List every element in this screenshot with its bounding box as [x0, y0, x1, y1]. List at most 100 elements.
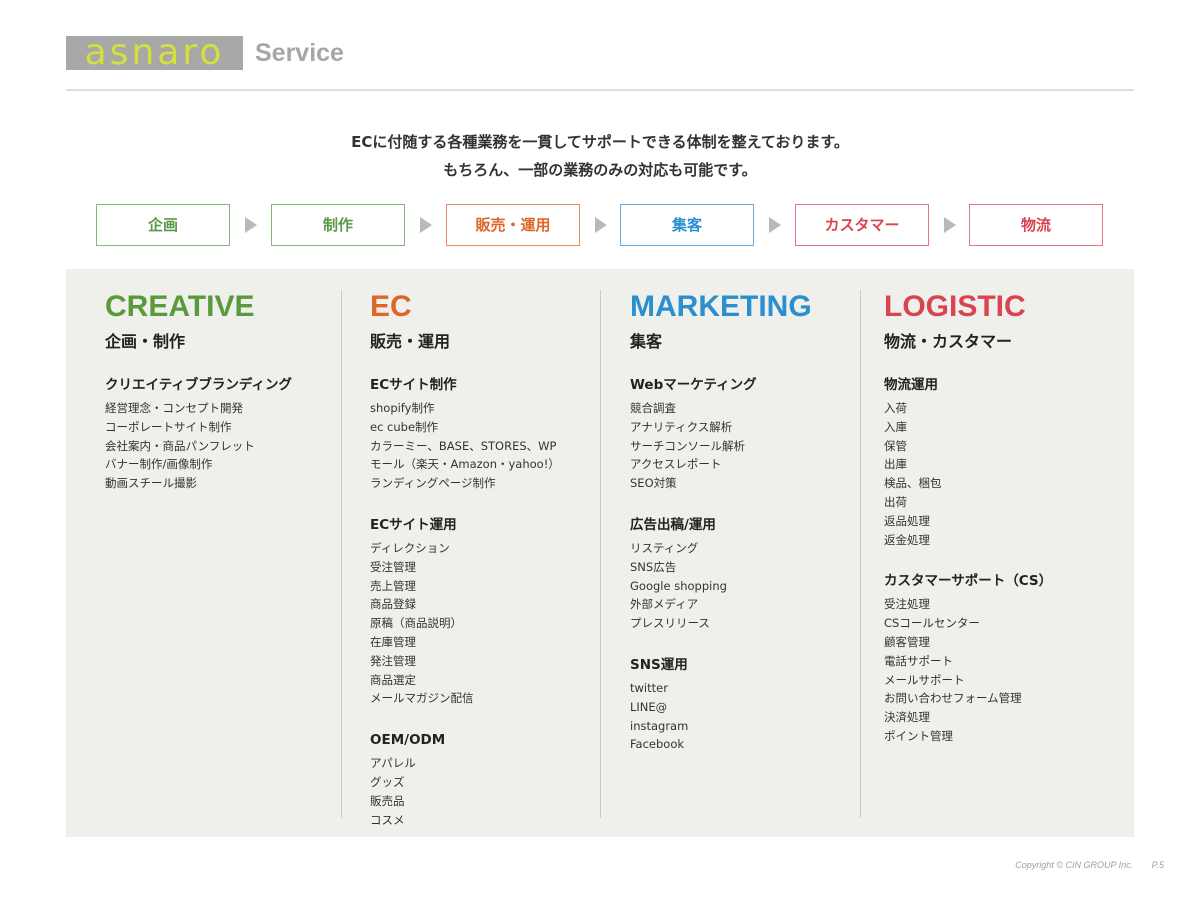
service-item: アパレル [370, 756, 416, 771]
service-item: 出庫 [884, 457, 907, 472]
service-item: プレスリリース [630, 616, 710, 631]
column-ec: EC 販売・運用 ECサイト制作 shopify制作 ec cube制作カラーミー、BA… [370, 288, 560, 829]
service-item: お問い合わせフォーム管理 [884, 691, 1022, 706]
column-subtitle: 企画・制作 [105, 332, 186, 351]
service-item: 会社案内・商品パンフレット [105, 438, 255, 453]
service-item: Google shopping [630, 578, 727, 593]
service-item: 出荷 [884, 494, 907, 509]
group-title: ECサイト制作 [370, 377, 457, 393]
column-creative: CREATIVE 企画・制作 クリエイティブブランディング 経営理念・コンセプト開発コ… [105, 288, 292, 493]
column-title: LOGISTIC [884, 290, 1026, 323]
service-item: 受注管理 [370, 559, 416, 574]
asnaro-logo: asnaro [66, 36, 243, 70]
column-divider [860, 290, 861, 818]
page-footer: Copyright © CIN GROUP Inc. P.5 [1015, 860, 1164, 870]
service-group: OEM/ODM アパレルグッズ販売品コスメ [370, 730, 560, 829]
service-item: 決済処理 [884, 710, 930, 725]
service-item: ポイント管理 [884, 728, 953, 743]
service-item: ec cube制作 [370, 419, 439, 434]
service-item: 原稿（商品説明） [370, 616, 462, 631]
service-item: 入荷 [884, 401, 907, 415]
service-item: 返金処理 [884, 532, 930, 547]
service-item: コスメ [370, 812, 405, 827]
service-group: 広告出稿/運用 リスティング SNS広告 Google shopping 外部メディアプ… [630, 515, 812, 633]
service-item: 動画スチール撮影 [105, 476, 197, 491]
service-item: 顧客管理 [884, 634, 930, 649]
column-title: EC [370, 290, 412, 323]
service-item: バナー制作/画像制作 [105, 457, 213, 472]
service-item: 保管 [884, 438, 907, 453]
service-item: 返品処理 [884, 513, 930, 528]
service-item: 外部メディア [630, 597, 699, 612]
page-header: asnaro Service [66, 36, 344, 70]
service-item: 競合調査 [630, 401, 676, 415]
flow-step-logistics: 物流 [969, 204, 1103, 246]
service-group: 物流運用入荷入庫保管出庫検品、梱包出荷返品処理返金処理 [884, 375, 1052, 549]
service-item: リスティング [630, 540, 699, 555]
page-title: Service [255, 38, 344, 67]
service-item: SEO対策 [630, 476, 677, 491]
service-item: 受注処理 [884, 597, 930, 612]
column-logistic: LOGISTIC 物流・カスタマー 物流運用入荷入庫保管出庫検品、梱包出荷返品処理返… [884, 288, 1052, 746]
service-group: SNS運用 twitter LINE@ instagram Facebook [630, 655, 812, 754]
intro-line-1: ECに付随する各種業務を一貫してサポートできる体制を整えております。 [351, 133, 849, 151]
group-title: 物流運用 [884, 377, 938, 393]
service-item: メールサポート [884, 672, 965, 687]
service-flow: 企画 制作 販売・運用 集客 カスタマー 物流 [96, 204, 1106, 246]
service-group: ECサイト運用 ディレクション 受注管理 売上管理 商品登録 原稿（商品説明） 在庫管理 発注… [370, 515, 560, 708]
service-group: ECサイト制作 shopify制作 ec cube制作カラーミー、BASE、STOR… [370, 375, 560, 493]
service-item: サーチコンソール解析 [630, 438, 745, 453]
flow-arrow-icon [420, 217, 432, 233]
service-item: 入庫 [884, 419, 907, 434]
service-group: Webマーケティング 競合調査アナリティクス解析 サーチコンソール解析 アクセスレポー… [630, 375, 812, 493]
column-title: MARKETING [630, 290, 812, 323]
page-number: P.5 [1151, 860, 1164, 870]
column-subtitle: 物流・カスタマー [884, 332, 1013, 351]
group-title: OEM/ODM [370, 732, 446, 749]
header-divider [66, 89, 1134, 91]
service-item: メールマガジン配信 [370, 691, 474, 706]
group-title: Webマーケティング [630, 377, 757, 393]
service-item: LINE@ [630, 699, 668, 714]
group-title: カスタマーサポート（CS） [884, 573, 1053, 590]
service-item: アナリティクス解析 [630, 419, 733, 434]
intro-line-2: もちろん、一部の業務のみの対応も可能です。 [443, 161, 757, 179]
column-divider [600, 290, 601, 818]
group-title: SNS運用 [630, 656, 688, 673]
group-title: 広告出稿/運用 [630, 516, 716, 533]
flow-arrow-icon [595, 217, 607, 233]
flow-step-customer: カスタマー [795, 204, 929, 246]
service-item: グッズ [370, 774, 405, 789]
flow-step-planning: 企画 [96, 204, 230, 246]
service-item: モール（楽天・Amazon・yahoo!） [370, 457, 560, 472]
service-item: SNS広告 [630, 559, 677, 574]
service-item: shopify制作 [370, 401, 435, 415]
service-item: 発注管理 [370, 653, 416, 668]
service-item: 電話サポート [884, 653, 953, 668]
service-item: 検品、梱包 [884, 476, 942, 491]
service-item: アクセスレポート [630, 457, 722, 472]
group-title: クリエイティブブランディング [105, 377, 292, 393]
service-item: twitter [630, 680, 668, 695]
service-item: Facebook [630, 737, 685, 752]
flow-arrow-icon [769, 217, 781, 233]
service-item: 商品選定 [370, 672, 416, 687]
service-item: instagram [630, 718, 689, 733]
flow-step-production: 制作 [271, 204, 405, 246]
service-item: ディレクション [370, 540, 450, 555]
column-divider [341, 290, 342, 818]
column-subtitle: 販売・運用 [370, 332, 451, 351]
service-item: 販売品 [370, 793, 405, 808]
service-item: 経営理念・コンセプト開発 [105, 401, 243, 415]
group-title: ECサイト運用 [370, 516, 457, 533]
service-item: CSコールセンター [884, 616, 980, 631]
service-item: ランディングページ制作 [370, 476, 496, 491]
copyright-text: Copyright © CIN GROUP Inc. [1015, 860, 1134, 870]
service-item: 在庫管理 [370, 634, 416, 649]
service-group: クリエイティブブランディング 経営理念・コンセプト開発 コーポレートサイト制作会社案… [105, 375, 292, 493]
column-marketing: MARKETING 集客 Webマーケティング 競合調査 アナリティクス解析 サーチコンソ… [630, 288, 812, 754]
flow-step-marketing: 集客 [620, 204, 754, 246]
service-item: コーポレートサイト制作 [105, 419, 232, 434]
flow-step-sales: 販売・運用 [446, 204, 580, 246]
service-item: カラーミー、BASE、STORES、WP [370, 438, 557, 453]
